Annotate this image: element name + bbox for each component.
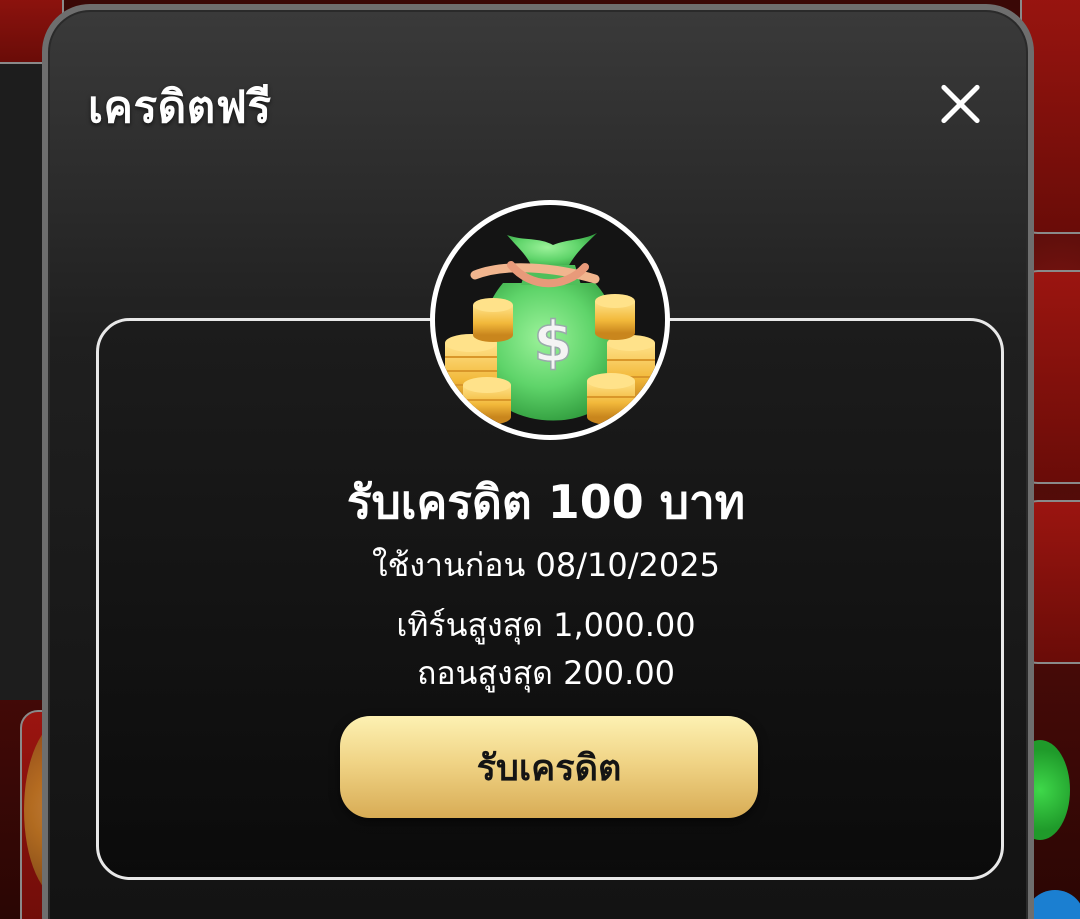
max-withdraw: ถอนสูงสุด 200.00	[416, 654, 676, 692]
screen: เครดิตฟรี $ รับเครดิต 100 บาท ใช้งานก่อน…	[0, 0, 1080, 919]
max-turnover: เทิร์นสูงสุด 1,000.00	[396, 606, 696, 644]
claim-credit-button[interactable]: รับเครดิต	[340, 716, 758, 818]
svg-text:$: $	[534, 310, 573, 375]
close-button[interactable]	[936, 80, 984, 128]
background-panel	[0, 60, 44, 700]
reward-title: รับเครดิต 100 บาท	[346, 475, 746, 529]
modal-title: เครดิตฟรี	[88, 82, 272, 133]
money-bag-icon: $	[445, 233, 655, 425]
expiry-date: ใช้งานก่อน 08/10/2025	[372, 546, 720, 584]
free-credit-modal: เครดิตฟรี $ รับเครดิต 100 บาท ใช้งานก่อน…	[42, 4, 1034, 919]
reward-icon-frame: $	[430, 200, 670, 440]
